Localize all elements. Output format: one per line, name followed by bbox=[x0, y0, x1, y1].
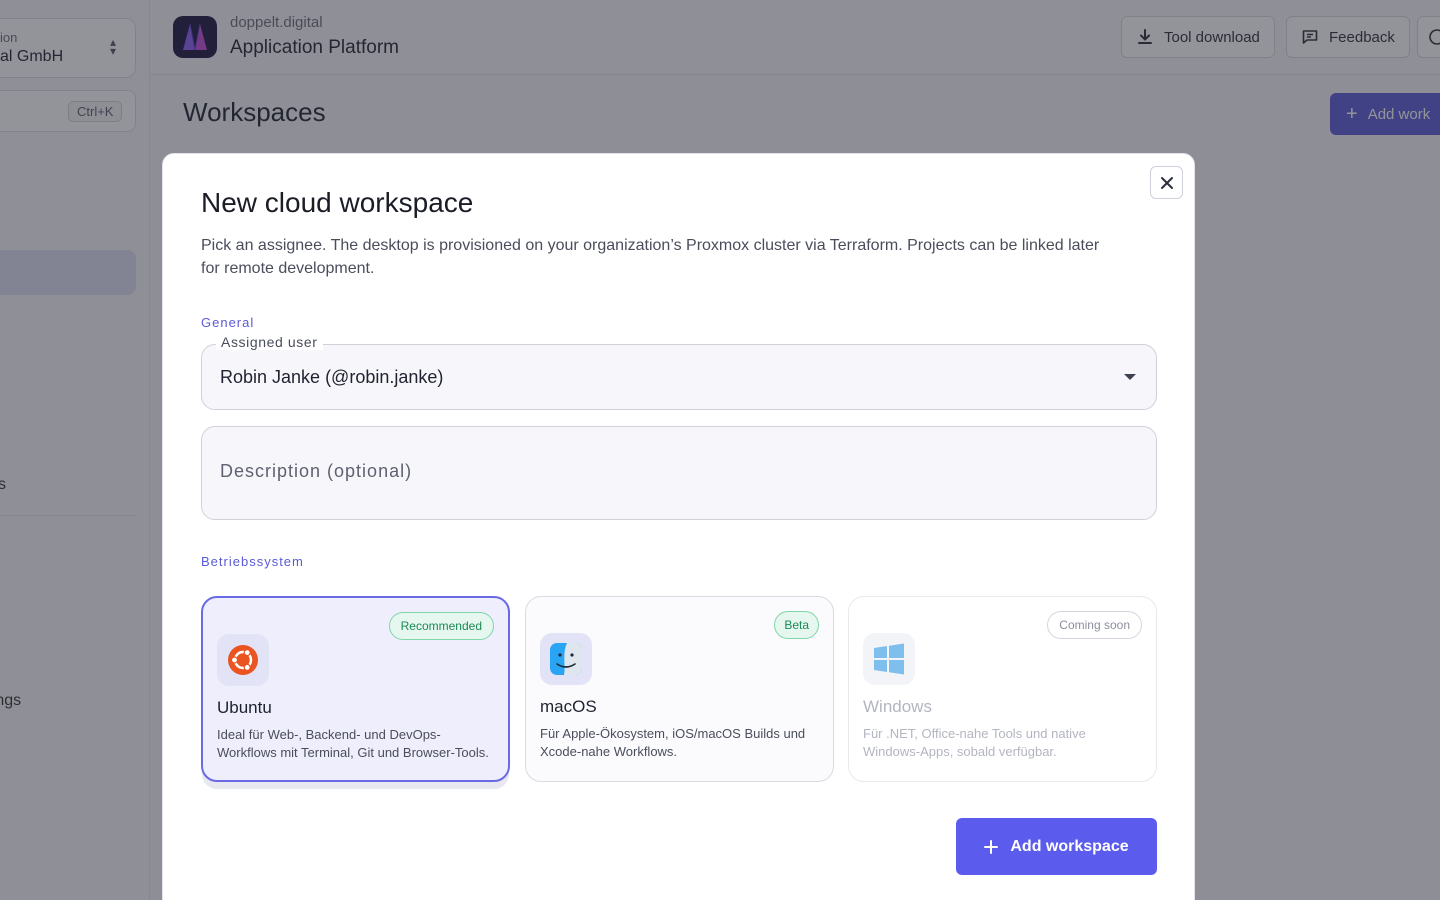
close-icon bbox=[1160, 176, 1173, 189]
ubuntu-icon bbox=[217, 634, 269, 686]
new-workspace-dialog: New cloud workspace Pick an assignee. Th… bbox=[162, 153, 1195, 900]
windows-icon bbox=[863, 633, 915, 685]
os-description-ubuntu: Ideal für Web-, Backend- und DevOps-Work… bbox=[217, 727, 489, 760]
os-option-macos[interactable]: Beta macOS Für Apple-Ökosystem, iOS/macO… bbox=[525, 596, 834, 782]
assigned-user-label: Assigned user bbox=[216, 334, 323, 350]
beta-badge: Beta bbox=[774, 611, 819, 639]
add-workspace-label: Add workspace bbox=[1010, 837, 1129, 855]
dialog-description: Pick an assignee. The desktop is provisi… bbox=[201, 237, 1100, 277]
caret-down-icon bbox=[1124, 374, 1136, 380]
os-name-macos: macOS bbox=[540, 697, 597, 716]
assigned-user-select[interactable]: Assigned user Robin Janke (@robin.janke) bbox=[201, 334, 1157, 410]
os-description-macos: Für Apple-Ökosystem, iOS/macOS Builds un… bbox=[540, 726, 806, 759]
plus-icon bbox=[984, 839, 999, 854]
close-button[interactable] bbox=[1150, 166, 1183, 199]
os-option-windows: Coming soon Windows Für .NET, Office-nah… bbox=[848, 596, 1157, 782]
coming-soon-badge: Coming soon bbox=[1047, 611, 1142, 639]
section-label-general: General bbox=[201, 315, 255, 330]
os-name-windows: Windows bbox=[863, 697, 932, 716]
recommended-badge: Recommended bbox=[388, 612, 494, 640]
os-option-ubuntu[interactable]: Recommended Ubuntu Ideal für Web-, Backe… bbox=[201, 596, 510, 782]
add-workspace-button[interactable]: Add workspace bbox=[956, 818, 1157, 875]
section-label-os: Betriebssystem bbox=[201, 554, 304, 569]
os-name-ubuntu: Ubuntu bbox=[217, 698, 272, 717]
assigned-user-value: Robin Janke (@robin.janke) bbox=[220, 367, 444, 387]
description-placeholder: Description (optional) bbox=[220, 461, 413, 481]
description-field[interactable]: Description (optional) bbox=[201, 426, 1157, 520]
os-description-windows: Für .NET, Office-nahe Tools und native W… bbox=[863, 726, 1086, 759]
finder-icon bbox=[540, 633, 592, 685]
dialog-title: New cloud workspace bbox=[201, 187, 474, 218]
